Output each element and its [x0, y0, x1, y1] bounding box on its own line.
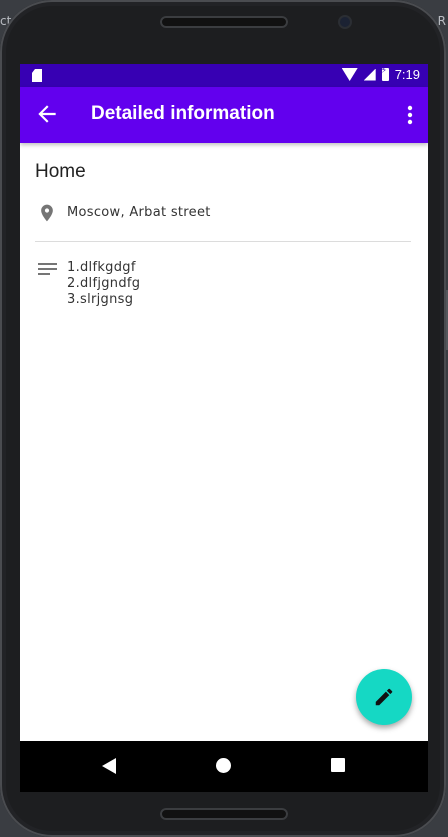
notes-lines-icon: [38, 263, 57, 275]
app-screen: 7:19 Detailed information Home: [20, 64, 428, 792]
page-title: Detailed information: [91, 103, 275, 124]
note-line: 3.slrjgnsg: [67, 292, 134, 307]
status-bar: 7:19: [20, 64, 428, 87]
nav-home-button[interactable]: [216, 758, 231, 773]
overflow-menu-icon: [407, 105, 413, 125]
battery-charging-icon: [381, 66, 389, 81]
place-title: Home: [35, 161, 86, 182]
signal-icon: [363, 68, 376, 81]
notes-text: 1.dlfkgdgf 2.dlfjgndfg 3.slrjgnsg: [67, 260, 140, 308]
app-bar: Detailed information: [20, 87, 428, 143]
divider: [35, 241, 411, 242]
note-line: 2.dlfjgndfg: [67, 276, 141, 291]
address-row: Moscow, Arbat street: [20, 201, 428, 225]
arrow-back-icon: [38, 105, 56, 123]
sd-card-icon: [32, 69, 42, 82]
bottom-speaker: [160, 808, 288, 820]
edit-fab-button[interactable]: [356, 669, 412, 725]
nav-back-button[interactable]: [102, 758, 116, 774]
location-pin-icon: [41, 204, 53, 222]
status-time: 7:19: [394, 67, 420, 82]
phone-frame: 7:19 Detailed information Home: [0, 0, 446, 837]
note-line: 1.dlfkgdgf: [67, 260, 136, 275]
nav-recents-button[interactable]: [331, 758, 345, 772]
wifi-icon: [341, 68, 358, 81]
overflow-menu-button[interactable]: [404, 103, 416, 127]
top-speaker: [160, 16, 288, 28]
front-camera: [340, 17, 350, 27]
edit-pencil-icon: [375, 688, 393, 706]
back-button[interactable]: [34, 101, 60, 127]
system-nav-bar: [20, 741, 428, 792]
address-text: Moscow, Arbat street: [67, 205, 211, 220]
